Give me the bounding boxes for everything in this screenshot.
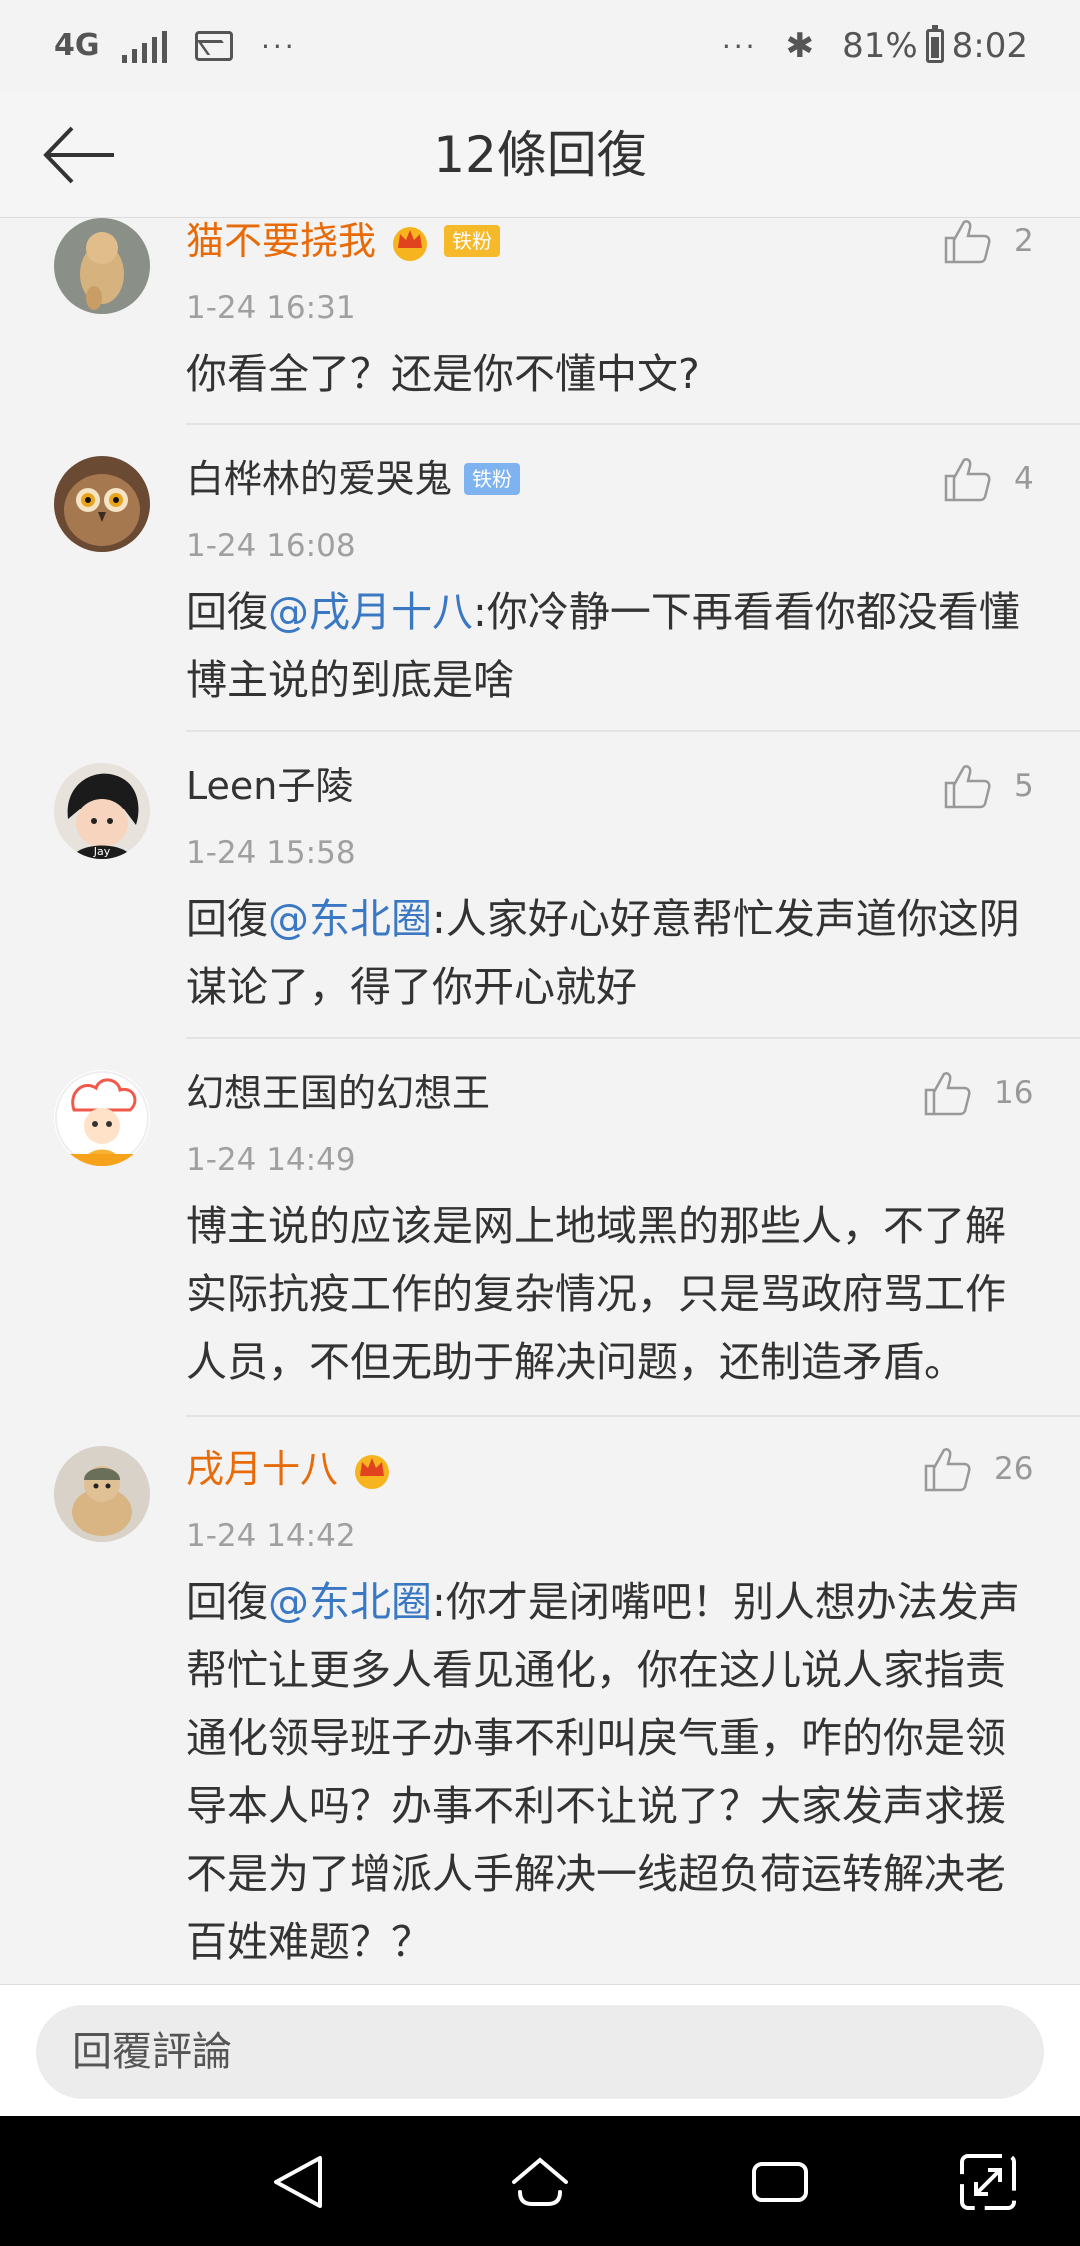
comment-text: 你看全了？还是你不懂中文? xyxy=(186,340,1036,408)
nav-back-button[interactable] xyxy=(264,2146,336,2218)
page-title: 12條回復 xyxy=(433,126,647,184)
comment-time: 1-24 14:42 xyxy=(186,1518,356,1554)
reply-prefix: 回復 xyxy=(186,895,268,943)
top-bar: 12條回復 xyxy=(0,92,1080,218)
more-notifications-icon: ··· xyxy=(261,29,297,63)
status-left: 4G ··· xyxy=(54,29,297,63)
comment-time: 1-24 14:49 xyxy=(186,1142,356,1178)
reply-bar xyxy=(0,1984,1080,2116)
system-nav-bar xyxy=(0,2116,1080,2246)
comment-header: 猫不要挠我 铁粉 xyxy=(186,218,501,266)
status-bar: 4G ··· ··· ✱ 81% 8:02 xyxy=(0,0,1080,92)
comment-text: 回復@戌月十八:你冷静一下再看看你都没看懂博主说的到底是啥 xyxy=(186,578,1036,714)
cartoon-boy-avatar-image: Jay xyxy=(54,763,150,859)
avatar[interactable] xyxy=(54,456,150,552)
like-button[interactable]: 26 xyxy=(922,1446,1033,1492)
recents-icon xyxy=(752,2162,808,2202)
comment-text: 回復@东北圈:人家好心好意帮忙发声道你这阴谋论了，得了你开心就好 xyxy=(186,885,1036,1021)
thumbs-up-icon xyxy=(942,218,992,264)
comment-header: Leen子陵 xyxy=(186,761,353,811)
commenter-name[interactable]: 白桦林的爱哭鬼 xyxy=(186,454,452,504)
avatar[interactable] xyxy=(54,218,150,314)
mention-link[interactable]: @戌月十八 xyxy=(268,588,473,636)
chef-cartoon-avatar-image xyxy=(54,1070,150,1166)
commenter-name[interactable]: 戌月十八 xyxy=(186,1444,338,1494)
vip-crown-icon xyxy=(388,220,432,262)
divider xyxy=(186,1415,1080,1417)
divider xyxy=(186,730,1080,732)
battery: 81% 8:02 xyxy=(842,25,1028,66)
like-count: 16 xyxy=(994,1075,1034,1111)
cat-avatar-image xyxy=(54,218,150,314)
like-button[interactable]: 4 xyxy=(942,456,1034,502)
like-button[interactable]: 2 xyxy=(942,218,1034,264)
reply-comment-input[interactable] xyxy=(36,2005,1044,2099)
vip-crown-icon xyxy=(350,1448,394,1490)
signal-icon xyxy=(122,29,167,63)
comment-body: 你看全了？还是你不懂中文? xyxy=(186,350,700,398)
like-button[interactable]: 16 xyxy=(922,1070,1033,1116)
avatar[interactable] xyxy=(54,1446,150,1542)
battery-icon xyxy=(925,25,944,63)
expand-icon xyxy=(960,2154,1016,2210)
owl-avatar-image xyxy=(54,456,150,552)
more-status-icon: ··· xyxy=(721,29,758,63)
comment-header: 幻想王国的幻想王 xyxy=(186,1068,490,1118)
bluetooth-icon: ✱ xyxy=(785,26,815,66)
comment-text: 回復@东北圈:你才是闭嘴吧！别人想办法发声帮忙让更多人看见通化，你在这儿说人家指… xyxy=(186,1568,1036,1976)
mention-link[interactable]: @东北圈 xyxy=(268,895,432,943)
like-count: 26 xyxy=(994,1451,1034,1487)
fan-badge: 铁粉 xyxy=(464,463,521,495)
comment-header: 戌月十八 xyxy=(186,1444,394,1494)
comment-time: 1-24 15:58 xyxy=(186,835,356,871)
like-count: 5 xyxy=(1014,768,1034,804)
fan-badge: 铁粉 xyxy=(444,225,501,257)
battery-percent: 81% xyxy=(842,26,918,66)
like-button[interactable]: 5 xyxy=(942,763,1034,809)
network-4g-icon: 4G xyxy=(54,28,100,63)
avatar-label: Jay xyxy=(93,845,111,858)
avatar[interactable]: Jay xyxy=(54,763,150,859)
status-right: ··· ✱ 81% 8:02 xyxy=(721,25,1028,66)
dog-avatar-image xyxy=(54,1446,150,1542)
mention-link[interactable]: @东北圈 xyxy=(268,1578,432,1626)
thumbs-up-icon xyxy=(922,1070,972,1116)
image-notification-icon xyxy=(195,31,233,61)
home-icon xyxy=(512,2157,568,2206)
comment-list[interactable]: 猫不要挠我 铁粉 1-24 16:31 你看全了？还是你不懂中文? 2 白桦林的… xyxy=(0,218,1080,1984)
divider xyxy=(186,423,1080,425)
reply-prefix: 回復 xyxy=(186,588,268,636)
thumbs-up-icon xyxy=(942,456,992,502)
divider xyxy=(186,1037,1080,1039)
commenter-name[interactable]: Leen子陵 xyxy=(186,761,353,811)
like-count: 2 xyxy=(1014,223,1034,259)
comment-body: :你才是闭嘴吧！别人想办法发声帮忙让更多人看见通化，你在这儿说人家指责通化领导班… xyxy=(186,1578,1020,1966)
comment-text: 博主说的应该是网上地域黑的那些人，不了解实际抗疫工作的复杂情况，只是骂政府骂工作… xyxy=(186,1192,1036,1396)
commenter-name[interactable]: 幻想王国的幻想王 xyxy=(186,1068,490,1118)
commenter-name[interactable]: 猫不要挠我 xyxy=(186,218,376,266)
comment-time: 1-24 16:31 xyxy=(186,290,356,326)
comment-time: 1-24 16:08 xyxy=(186,528,356,564)
like-count: 4 xyxy=(1014,461,1034,497)
clock: 8:02 xyxy=(951,26,1028,66)
nav-home-button[interactable] xyxy=(504,2146,576,2218)
nav-recents-button[interactable] xyxy=(744,2146,816,2218)
nav-expand-button[interactable] xyxy=(952,2146,1024,2218)
reply-prefix: 回復 xyxy=(186,1578,268,1626)
back-triangle-icon xyxy=(274,2156,322,2208)
comment-header: 白桦林的爱哭鬼 铁粉 xyxy=(186,454,521,504)
thumbs-up-icon xyxy=(922,1446,972,1492)
avatar[interactable] xyxy=(54,1070,150,1166)
thumbs-up-icon xyxy=(942,763,992,809)
comment-body: 博主说的应该是网上地域黑的那些人，不了解实际抗疫工作的复杂情况，只是骂政府骂工作… xyxy=(186,1202,1006,1386)
